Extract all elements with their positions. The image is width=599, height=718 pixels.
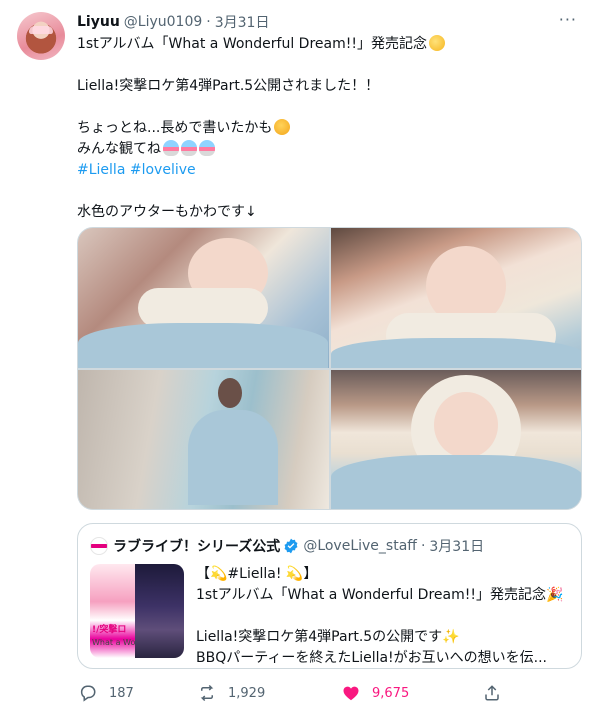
photo-3[interactable]	[78, 369, 329, 509]
tweet-text-line: ちょっとね...長めで書いたかも	[77, 118, 582, 139]
verified-badge-icon	[284, 538, 298, 554]
quoted-handle: @LoveLive_staff	[303, 538, 417, 554]
hashtag-lovelive[interactable]: #lovelive	[130, 162, 196, 178]
retweet-icon	[200, 684, 214, 702]
action-bar: 187 1,929 9,675	[77, 684, 517, 704]
photo-4[interactable]	[330, 369, 581, 509]
quoted-tweet-header: ラブライブ！シリーズ公式 @LoveLive_staff · 3月31日	[90, 536, 484, 556]
reply-icon	[80, 685, 96, 702]
avatar[interactable]	[17, 12, 65, 60]
share-button[interactable]	[483, 684, 501, 702]
thumbnail-logo-subtext: What a Wo	[92, 638, 136, 647]
quoted-thumbnail: !/突撃ロ What a Wo	[90, 564, 184, 658]
quoted-tweet[interactable]: ラブライブ！シリーズ公式 @LoveLive_staff · 3月31日 !/突…	[77, 523, 582, 669]
tweet-date[interactable]: 3月31日	[215, 12, 270, 32]
thumbnail-logo-text: !/突撃ロ	[92, 625, 127, 635]
share-icon	[485, 685, 499, 701]
quoted-text-line: 【💫#Liella! 💫】	[196, 566, 318, 582]
tweet-text-line: Liella!突撃ロケ第4弾Part.5公開されました！！	[77, 78, 380, 94]
shushing-face-icon	[274, 119, 291, 135]
tweet-text-line: 1stアルバム「What a Wonderful Dream!!」発売記念	[77, 34, 582, 55]
more-options-icon[interactable]: ···	[559, 10, 577, 29]
display-name[interactable]: Liyuu	[77, 14, 120, 30]
separator-dot: ·	[420, 538, 426, 554]
shaved-ice-icon	[163, 140, 179, 156]
quoted-text-line: 1stアルバム「What a Wonderful Dream!!」発売記念🎉	[196, 587, 564, 603]
tweet-text: 1stアルバム「What a Wonderful Dream!!」発売記念 Li…	[77, 34, 582, 223]
separator-dot: ·	[206, 14, 211, 30]
like-count: 9,675	[372, 685, 410, 701]
tweet-text-line: 水色のアウターもかわです↓	[77, 204, 257, 220]
reply-button[interactable]: 187	[79, 684, 134, 702]
shaved-ice-icon	[181, 140, 197, 156]
retweet-button[interactable]: 1,929	[198, 684, 265, 702]
quoted-text: 【💫#Liella! 💫】 1stアルバム「What a Wonderful D…	[196, 564, 574, 669]
heart-icon	[343, 686, 359, 701]
shaved-ice-icon	[199, 140, 215, 156]
dizzy-icon	[428, 35, 445, 51]
quoted-date: 3月31日	[429, 539, 485, 555]
photo-1[interactable]	[78, 228, 329, 368]
hashtag-liella[interactable]: #Liella	[77, 162, 125, 178]
reply-count: 187	[109, 685, 134, 701]
quoted-display-name: ラブライブ！シリーズ公式	[113, 539, 281, 555]
photo-2[interactable]	[330, 228, 581, 368]
like-button[interactable]: 9,675	[342, 684, 409, 702]
quoted-text-line: BBQパーティーを終えたLiella!がお互いへの想いを伝...	[196, 650, 548, 666]
media-grid	[77, 227, 582, 510]
user-handle[interactable]: @Liyu0109	[124, 14, 202, 30]
hashtag-line: #Liella #lovelive	[77, 160, 582, 181]
tweet-header: Liyuu @Liyu0109 · 3月31日 ···	[77, 10, 577, 32]
tweet-text-line: みんな観てね	[77, 139, 582, 160]
retweet-count: 1,929	[228, 685, 266, 701]
quoted-text-line: Liella!突撃ロケ第4弾Part.5の公開です✨	[196, 629, 460, 645]
quoted-avatar	[90, 537, 108, 555]
